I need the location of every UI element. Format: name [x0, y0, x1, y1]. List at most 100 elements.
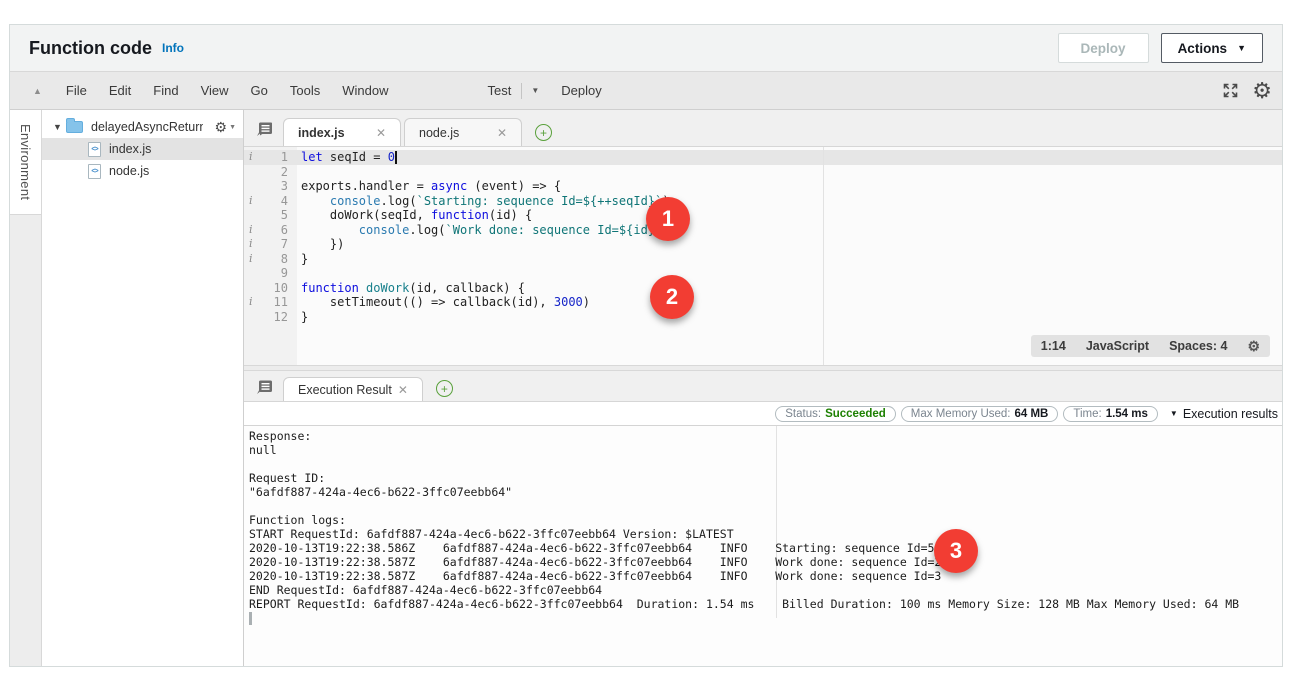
- menu-item-go[interactable]: Go: [240, 83, 279, 98]
- menu-item-file[interactable]: File: [55, 83, 98, 98]
- line-number: 6: [258, 223, 288, 238]
- annotation-circle-1: 1: [646, 197, 690, 241]
- execution-badges: Status:Succeeded Max Memory Used:64 MBTim…: [775, 406, 1158, 422]
- line-number: 7: [258, 237, 288, 252]
- panel-header: Function code Info Deploy Actions ▼: [10, 25, 1282, 71]
- main-area: Environment ▼ delayedAsyncReturn ⚙▼ <>in…: [10, 110, 1282, 666]
- log-line: START RequestId: 6afdf887-424a-4ec6-b622…: [249, 527, 734, 541]
- file-name: node.js: [109, 164, 149, 178]
- tab-index.js[interactable]: index.js ✕: [283, 118, 401, 146]
- tree-file-index.js[interactable]: <>index.js: [42, 138, 243, 160]
- log-line: 2020-10-13T19:22:38.587Z 6afdf887-424a-4…: [249, 569, 941, 583]
- status-badge: Status:Succeeded: [775, 406, 896, 422]
- chevron-down-icon: ▼: [1170, 409, 1178, 418]
- line-number: 5: [258, 208, 288, 223]
- tree-folder-row[interactable]: ▼ delayedAsyncReturn ⚙▼: [42, 116, 243, 138]
- log-print-margin-line: [776, 426, 777, 618]
- editor-status-bar: 1:14 JavaScript Spaces: 4 ⚙: [1031, 335, 1270, 358]
- chevron-down-icon: ▼: [1237, 43, 1246, 53]
- close-icon[interactable]: ✕: [376, 126, 386, 140]
- gutter-info-icon[interactable]: i: [249, 295, 253, 310]
- execution-result-tab-label: Execution Result: [298, 383, 392, 397]
- code-line-4: console.log(`Starting: sequence Id=${++s…: [301, 194, 669, 209]
- line-number: 10: [258, 281, 288, 296]
- log-line: Response:: [249, 429, 311, 443]
- collapse-panel-icon[interactable]: ▲: [20, 86, 55, 96]
- line-number: 12: [258, 310, 288, 325]
- side-tab-strip: Environment: [10, 110, 42, 666]
- code-line-5: doWork(seqId, function(id) {: [301, 208, 532, 223]
- menu-item-deploy[interactable]: Deploy: [548, 83, 614, 98]
- tab-execution-result[interactable]: Execution Result ✕: [283, 377, 423, 401]
- code-line-11: setTimeout(() => callback(id), 3000): [301, 295, 590, 310]
- editor-column: index.js✕node.js✕ + i1let seqId = 023exp…: [244, 110, 1282, 666]
- log-line: 2020-10-13T19:22:38.587Z 6afdf887-424a-4…: [249, 555, 941, 569]
- menu-item-edit[interactable]: Edit: [98, 83, 142, 98]
- tree-file-node.js[interactable]: <> node.js: [42, 160, 243, 182]
- menubar-right-icons: ⚙: [1222, 80, 1272, 102]
- actions-button[interactable]: Actions ▼: [1161, 33, 1263, 63]
- page-title: Function code: [29, 38, 152, 59]
- print-margin-line: [823, 147, 824, 365]
- execution-results-toggle[interactable]: ▼ Execution results: [1170, 407, 1278, 421]
- cursor-position[interactable]: 1:14: [1041, 339, 1066, 354]
- editor-menubar: ▲ FileEditFindViewGoToolsWindow Test ▼ D…: [10, 71, 1282, 110]
- text-cursor: [395, 151, 397, 164]
- folder-expand-icon[interactable]: ▼: [53, 122, 66, 132]
- code-tab-bar: index.js ✕ node.js ✕ +: [244, 110, 1282, 147]
- spaces-setting[interactable]: Spaces: 4: [1169, 339, 1227, 354]
- close-icon[interactable]: ✕: [497, 126, 507, 140]
- code-line-1: let seqId = 0: [301, 150, 395, 165]
- tab-label: index.js: [298, 126, 345, 140]
- line-number: 11: [258, 295, 288, 310]
- menu-item-view[interactable]: View: [190, 83, 240, 98]
- gutter-info-icon[interactable]: i: [249, 194, 253, 209]
- menu-item-window[interactable]: Window: [331, 83, 399, 98]
- code-line-6: console.log(`Work done: sequence Id=${id…: [301, 223, 669, 238]
- menu-item-test[interactable]: Test: [477, 83, 521, 98]
- info-link[interactable]: Info: [162, 41, 184, 55]
- header-actions: Deploy Actions ▼: [1058, 33, 1263, 63]
- active-line-highlight: [244, 150, 1282, 165]
- menu-item-tools[interactable]: Tools: [279, 83, 331, 98]
- annotation-circle-3: 3: [934, 529, 978, 573]
- tree-settings-gear-icon[interactable]: ⚙▼: [215, 120, 237, 134]
- code-tabs: index.js ✕ node.js ✕: [283, 118, 525, 146]
- line-number: 4: [258, 194, 288, 209]
- test-dropdown-icon[interactable]: ▼: [522, 86, 548, 95]
- fullscreen-icon[interactable]: [1222, 82, 1239, 99]
- status-bar-gear-icon[interactable]: ⚙: [1247, 339, 1260, 353]
- folder-name: delayedAsyncReturn: [91, 120, 203, 134]
- deploy-button[interactable]: Deploy: [1058, 33, 1149, 63]
- new-tab-icon[interactable]: +: [535, 124, 552, 141]
- new-console-tab-icon[interactable]: +: [436, 380, 453, 397]
- language-mode[interactable]: JavaScript: [1086, 339, 1149, 354]
- log-line: END RequestId: 6afdf887-424a-4ec6-b622-3…: [249, 583, 602, 597]
- gutter-info-icon[interactable]: i: [249, 237, 253, 252]
- tab-node.js[interactable]: node.js ✕: [404, 118, 522, 146]
- menu-item-find[interactable]: Find: [142, 83, 189, 98]
- editor-settings-gear-icon[interactable]: ⚙: [1252, 80, 1272, 102]
- js-file-icon: <>: [88, 164, 101, 179]
- status-badge: Max Memory Used:64 MB: [901, 406, 1059, 422]
- menu-items: FileEditFindViewGoToolsWindow: [55, 83, 400, 98]
- code-line-8: }: [301, 252, 308, 267]
- gutter-info-icon[interactable]: i: [249, 223, 253, 238]
- tab-label: node.js: [419, 126, 459, 140]
- status-badge: Time:1.54 ms: [1063, 406, 1158, 422]
- folder-icon: [66, 121, 83, 133]
- line-number: 1: [258, 150, 288, 165]
- console-tabs-list-icon[interactable]: [256, 379, 273, 394]
- code-editor[interactable]: i1let seqId = 023exports.handler = async…: [244, 147, 1282, 365]
- close-icon[interactable]: ✕: [398, 383, 408, 397]
- code-line-12: }: [301, 310, 308, 325]
- file-tree-panel: ▼ delayedAsyncReturn ⚙▼ <>index.js <> node…: [42, 110, 244, 666]
- gutter-info-icon[interactable]: i: [249, 252, 253, 267]
- line-number: 3: [258, 179, 288, 194]
- tree-file-list: <>index.js <> node.js: [42, 138, 243, 182]
- execution-log-output[interactable]: Response:nullRequest ID:"6afdf887-424a-4…: [244, 426, 1282, 666]
- gutter-info-icon[interactable]: i: [249, 150, 253, 165]
- environment-tab[interactable]: Environment: [10, 110, 41, 215]
- open-files-list-icon[interactable]: [256, 121, 273, 136]
- code-line-3: exports.handler = async (event) => {: [301, 179, 561, 194]
